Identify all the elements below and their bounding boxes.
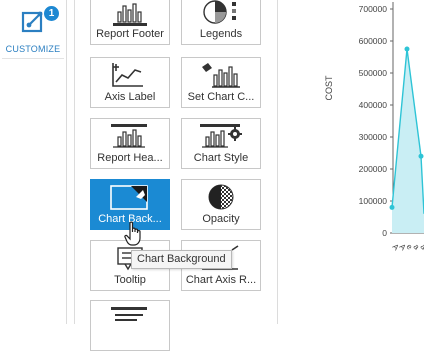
axis-label-icon [91,61,169,89]
y-tick-label: 700000 [359,4,388,14]
tile-label: Legends [184,28,258,40]
panel-divider-left [74,0,75,324]
tile-label: Chart Axis R... [184,274,258,286]
chart-background-icon [91,183,169,211]
cost-area-chart: COST 700000 600000 500000 400000 300000 20000… [280,0,424,324]
report-footer-icon [91,0,169,26]
tile-label: Report Footer [93,28,167,40]
set-chart-color-tile[interactable]: Set Chart C... [181,57,261,108]
opacity-tile[interactable]: Opacity [181,179,261,230]
y-tick-label: 200000 [359,164,388,174]
y-tick-label: 400000 [359,100,388,110]
report-tile[interactable] [90,300,170,351]
data-point[interactable] [390,205,395,210]
tile-label: Opacity [184,213,258,225]
y-tick-label: 500000 [359,68,388,78]
report-footer-tile[interactable]: Report Footer [90,0,170,45]
panel-divider-right [277,0,278,324]
y-tick-label: 100000 [359,196,388,206]
data-point[interactable] [405,47,410,52]
tile-label: Set Chart C... [184,91,258,103]
chart-style-icon [182,122,260,150]
x-axis: AAeaa [391,242,424,253]
y-tick-label: 300000 [359,132,388,142]
plot-area [390,47,424,234]
y-axis-label: COST [324,75,334,101]
notification-badge: 1 [44,6,59,21]
legends-icon [182,0,260,26]
chart-background-tooltip: Chart Background [131,250,232,269]
report-header-icon [91,122,169,150]
axis-label-tile[interactable]: Axis Label [90,57,170,108]
opacity-icon [182,183,260,211]
set-chart-color-icon [182,61,260,89]
customize-sidebar: 1 CUSTOMIZE [0,0,67,324]
customize-label: CUSTOMIZE [2,44,64,54]
y-tick-label: 600000 [359,36,388,46]
tile-label: Axis Label [93,91,167,103]
tile-label: Tooltip [93,274,167,286]
tile-label: Report Hea... [93,152,167,164]
chart-style-tile[interactable]: Chart Style [181,118,261,169]
report-icon [91,304,169,332]
y-tick-label: 0 [382,228,387,238]
hand-cursor-icon [124,221,144,247]
report-header-tile[interactable]: Report Hea... [90,118,170,169]
data-point[interactable] [419,154,424,159]
tile-label: Chart Style [184,152,258,164]
legends-tile[interactable]: Legends [181,0,261,45]
customize-button[interactable]: 1 CUSTOMIZE [2,2,64,59]
